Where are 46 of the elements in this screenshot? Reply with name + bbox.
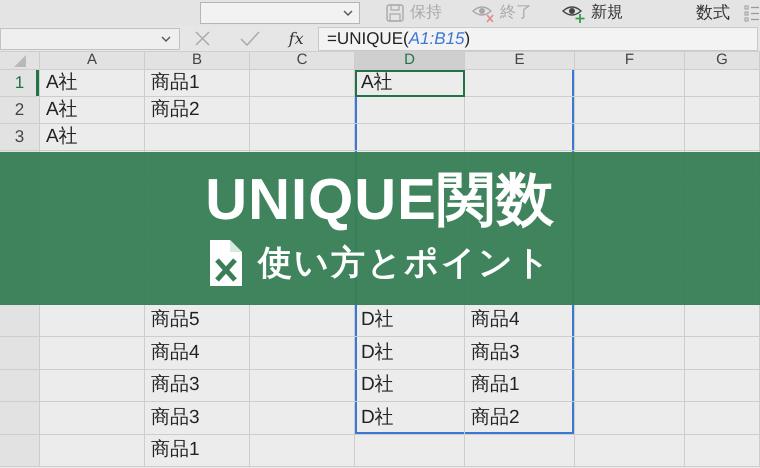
table-cell: 商品3	[465, 337, 575, 370]
formula-field[interactable]: =UNIQUE(A1:B15)	[318, 26, 758, 50]
banner-subtitle: 使い方とポイント	[258, 242, 552, 284]
table-cell: 商品1	[145, 434, 250, 467]
function-button[interactable]: fx	[288, 30, 304, 46]
row-header[interactable]	[0, 370, 40, 402]
column-header[interactable]: F	[575, 52, 685, 70]
table-cell: 商品4	[145, 337, 250, 370]
row-header[interactable]	[0, 434, 40, 467]
column-header[interactable]: D	[355, 52, 465, 70]
row-header[interactable]	[0, 402, 40, 435]
ribbon-tab[interactable]: 数式	[696, 0, 730, 26]
save-icon	[386, 4, 404, 22]
caret-icon	[161, 34, 171, 42]
table-cell: A社	[40, 70, 145, 97]
row-header[interactable]	[0, 304, 40, 338]
row-header[interactable]: 3	[0, 124, 40, 151]
row-header[interactable]	[0, 337, 40, 370]
check-icon[interactable]	[240, 30, 260, 47]
caret-icon	[343, 9, 353, 17]
table-cell: A社	[40, 124, 145, 151]
table-cell: 商品2	[145, 97, 250, 124]
table-cell: D社	[355, 370, 465, 402]
table-cell: D社	[355, 402, 465, 435]
name-box[interactable]	[0, 28, 180, 50]
close-icon[interactable]	[194, 30, 212, 47]
row-header[interactable]: 2	[0, 97, 40, 124]
table-cell: 商品2	[465, 402, 575, 435]
table-cell: 商品3	[145, 370, 250, 402]
column-header[interactable]: B	[145, 52, 250, 70]
banner-title: UNIQUE関数	[205, 168, 555, 232]
table-cell: 商品1	[465, 370, 575, 402]
column-header[interactable]: E	[465, 52, 575, 70]
row-header[interactable]: 1	[0, 70, 40, 97]
column-header[interactable]: G	[685, 52, 760, 70]
table-cell: A社	[355, 70, 465, 97]
spreadsheet-file-icon	[208, 240, 244, 286]
dropdown-field[interactable]	[200, 2, 360, 24]
column-header[interactable]: A	[40, 52, 145, 70]
table-cell: 商品1	[145, 70, 250, 97]
table-cell: 商品3	[145, 402, 250, 435]
table-cell: A社	[40, 97, 145, 124]
ribbon-button[interactable]: 新規	[558, 1, 627, 25]
column-header[interactable]: C	[250, 52, 355, 70]
table-cell: D社	[355, 337, 465, 370]
list-icon[interactable]	[744, 4, 760, 22]
